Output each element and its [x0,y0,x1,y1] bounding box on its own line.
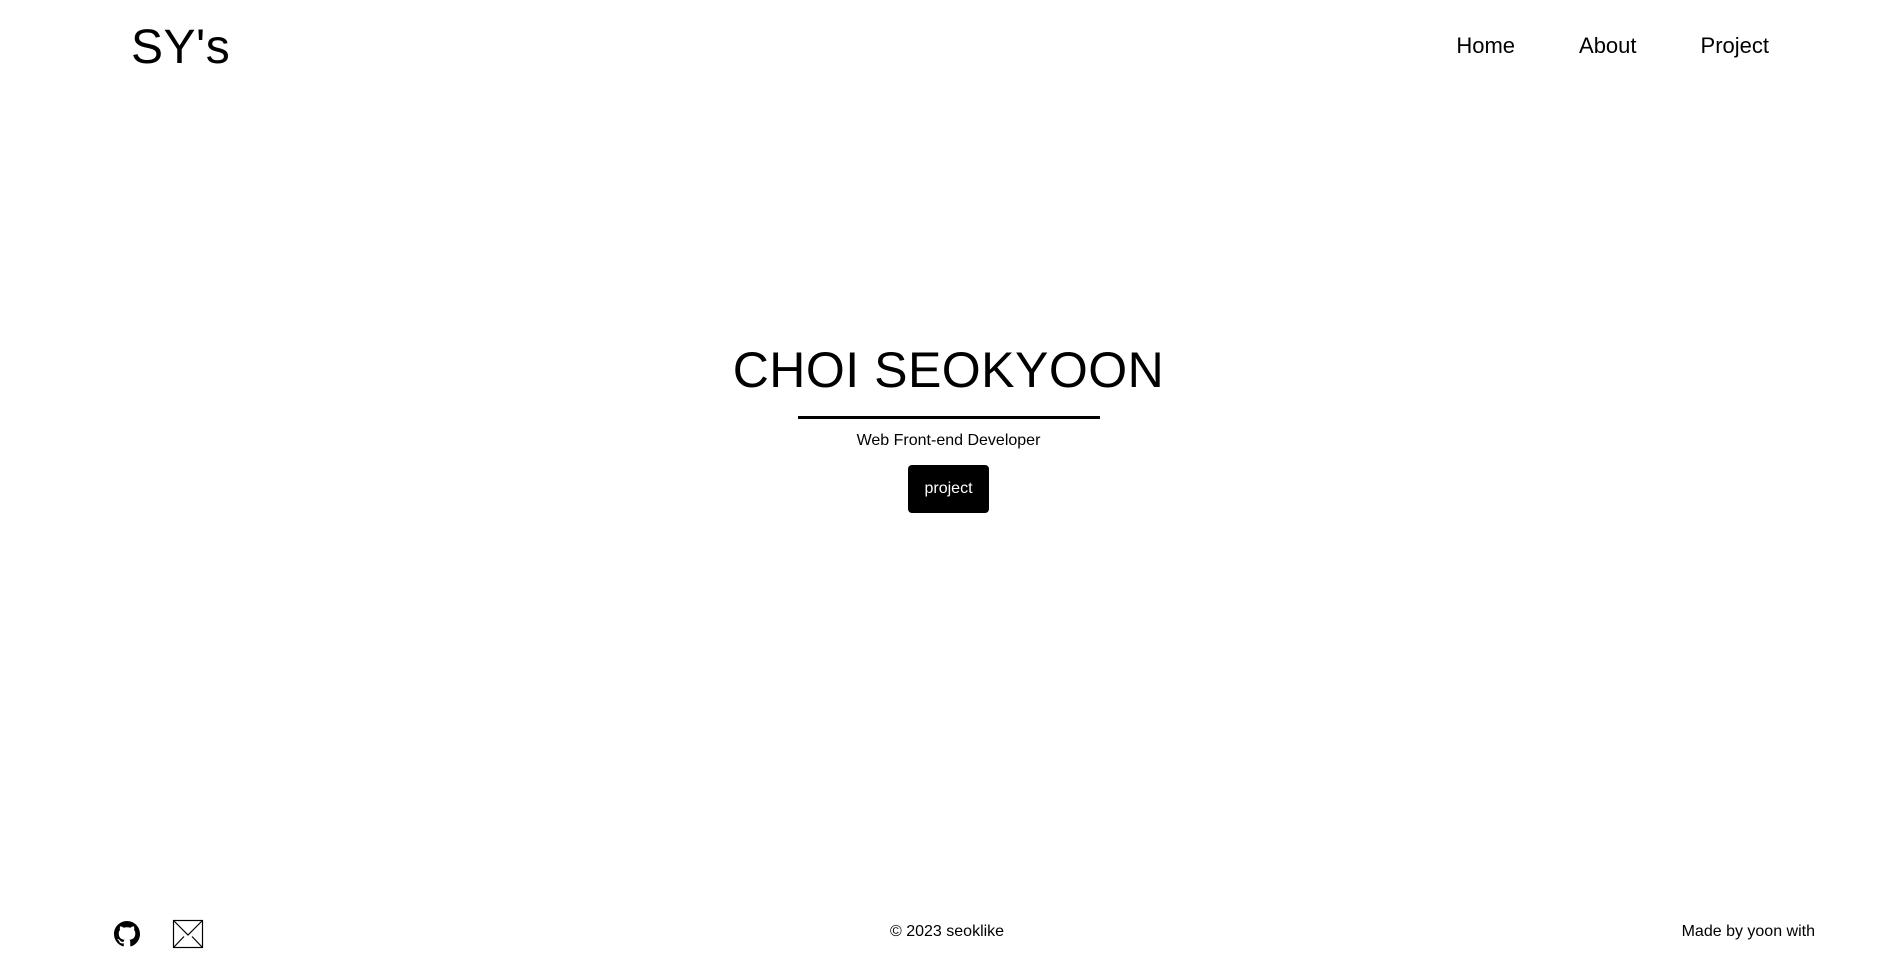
site-logo[interactable]: SY's [131,20,230,76]
site-header: SY's Home About Project [0,0,1897,96]
github-icon[interactable] [114,921,140,947]
main-nav: Home About Project [1456,32,1769,60]
nav-link-about[interactable]: About [1579,32,1637,60]
title-underline [797,416,1100,419]
mail-icon[interactable] [172,918,204,950]
nav-link-project[interactable]: Project [1701,32,1769,60]
copyright-text: © 2023 seoklike [890,923,1005,940]
hero-subtitle: Web Front-end Developer [856,432,1041,449]
hero-title: CHOI SEOKYOON [732,342,1165,398]
project-button[interactable]: project [908,465,989,513]
hero-section: CHOI SEOKYOON Web Front-end Developer pr… [0,340,1897,513]
site-footer: © 2023 seoklike Made by yoon with [0,900,1897,962]
nav-link-home[interactable]: Home [1456,32,1515,60]
made-by-text: Made by yoon with [1681,923,1815,940]
page: SY's Home About Project CHOI SEOKYOON We… [0,0,1897,962]
social-links [114,918,204,950]
